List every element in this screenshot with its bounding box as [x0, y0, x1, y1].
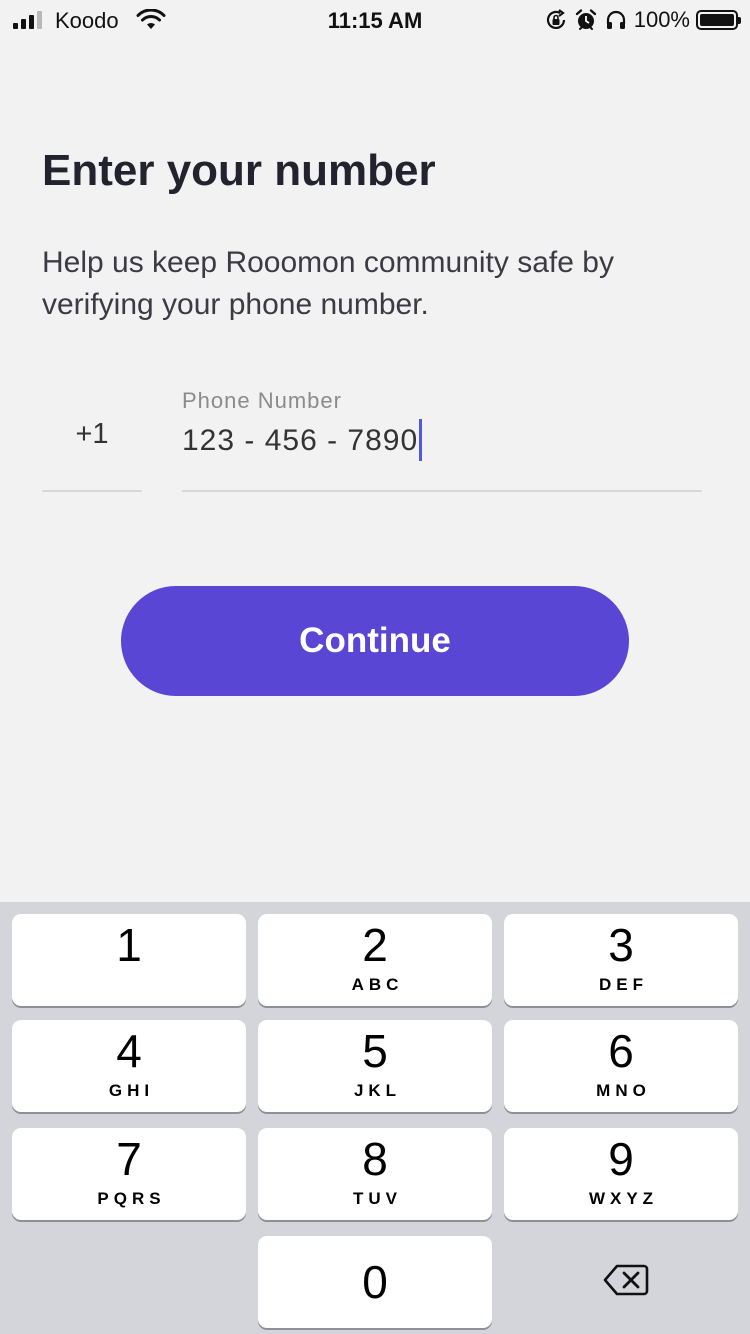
key-1[interactable]: 1 — [12, 914, 246, 1006]
phone-number-value: 123 - 456 - 7890 — [182, 424, 419, 457]
status-indicators: 100% — [544, 7, 741, 33]
phone-number-input[interactable]: 123 - 456 - 7890 — [182, 419, 423, 461]
key-number: 8 — [362, 1133, 388, 1185]
continue-button[interactable]: Continue — [121, 586, 629, 696]
key-number: 2 — [362, 919, 388, 971]
key-letters: GHI — [108, 1081, 155, 1100]
key-number: 1 — [116, 919, 142, 971]
key-letters: DEF — [599, 975, 648, 994]
status-bar: Koodo 11:15 AM 100% — [0, 0, 750, 40]
key-5[interactable]: 5 JKL — [258, 1020, 492, 1112]
key-3[interactable]: 3 DEF — [504, 914, 738, 1006]
key-number: 0 — [362, 1256, 388, 1308]
country-code-underline — [42, 490, 142, 492]
key-8[interactable]: 8 TUV — [258, 1128, 492, 1220]
headphones-icon — [606, 10, 625, 29]
key-2[interactable]: 2 ABC — [258, 914, 492, 1006]
key-number: 7 — [116, 1133, 142, 1185]
page-subtitle: Help us keep Rooomon community safe by v… — [42, 246, 614, 321]
key-6[interactable]: 6 MNO — [504, 1020, 738, 1112]
backspace-icon[interactable] — [602, 1262, 650, 1298]
phone-number-underline — [182, 490, 702, 492]
key-4[interactable]: 4 GHI — [12, 1020, 246, 1112]
key-letters: PQRS — [97, 1189, 166, 1208]
key-letters: JKL — [353, 1081, 402, 1100]
key-number: 4 — [116, 1025, 142, 1077]
text-cursor — [419, 419, 423, 461]
battery-percent: 100% — [633, 7, 690, 32]
key-letters: MNO — [596, 1081, 651, 1100]
orientation-lock-icon — [546, 9, 565, 29]
key-number: 3 — [608, 919, 634, 971]
key-7[interactable]: 7 PQRS — [12, 1128, 246, 1220]
battery-icon — [696, 10, 741, 30]
key-letters: TUV — [353, 1189, 402, 1208]
country-code-selector[interactable]: +1 — [42, 418, 142, 458]
key-9[interactable]: 9 WXYZ — [504, 1128, 738, 1220]
key-letters: ABC — [351, 975, 404, 994]
phone-number-label: Phone Number — [182, 388, 342, 413]
page-title: Enter your number — [42, 146, 436, 195]
key-number: 9 — [608, 1133, 634, 1185]
alarm-icon — [575, 9, 596, 30]
key-letters: WXYZ — [588, 1189, 659, 1208]
key-0[interactable]: 0 — [258, 1236, 492, 1328]
key-number: 5 — [362, 1025, 388, 1077]
key-number: 6 — [608, 1025, 634, 1077]
